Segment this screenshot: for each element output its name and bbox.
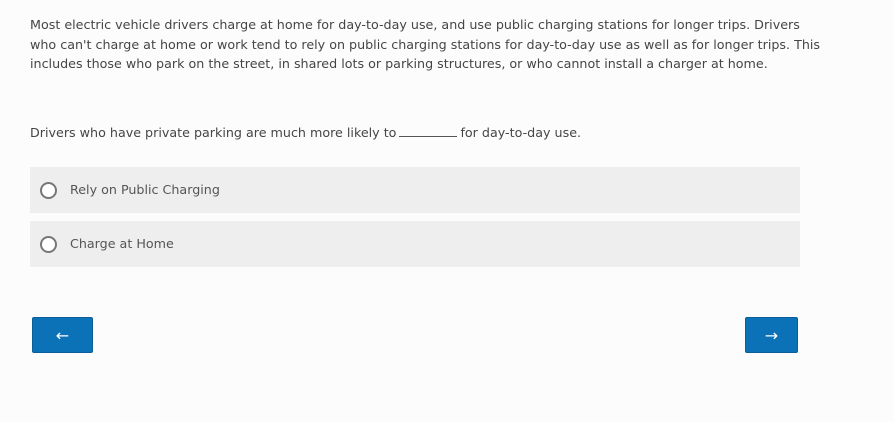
radio-button[interactable] — [40, 236, 57, 253]
arrow-right-icon: → — [764, 325, 779, 345]
question-text-after-blank: for day-to-day use. — [460, 125, 582, 140]
question-prompt: Drivers who have private parking are muc… — [30, 123, 581, 143]
radio-button[interactable] — [40, 182, 57, 199]
option-label: Rely on Public Charging — [70, 182, 220, 197]
option-charge-at-home[interactable]: Charge at Home — [30, 221, 800, 267]
next-button[interactable]: → — [745, 317, 798, 353]
option-rely-on-public-charging[interactable]: Rely on Public Charging — [30, 167, 800, 213]
arrow-left-icon: ← — [55, 325, 70, 345]
answer-options: Rely on Public Charging Charge at Home — [30, 167, 800, 275]
passage-text: Most electric vehicle drivers charge at … — [30, 17, 821, 71]
back-button[interactable]: ← — [32, 317, 93, 353]
question-text-before-blank: Drivers who have private parking are muc… — [30, 125, 397, 140]
answer-blank — [399, 123, 458, 137]
option-label: Charge at Home — [70, 236, 174, 251]
